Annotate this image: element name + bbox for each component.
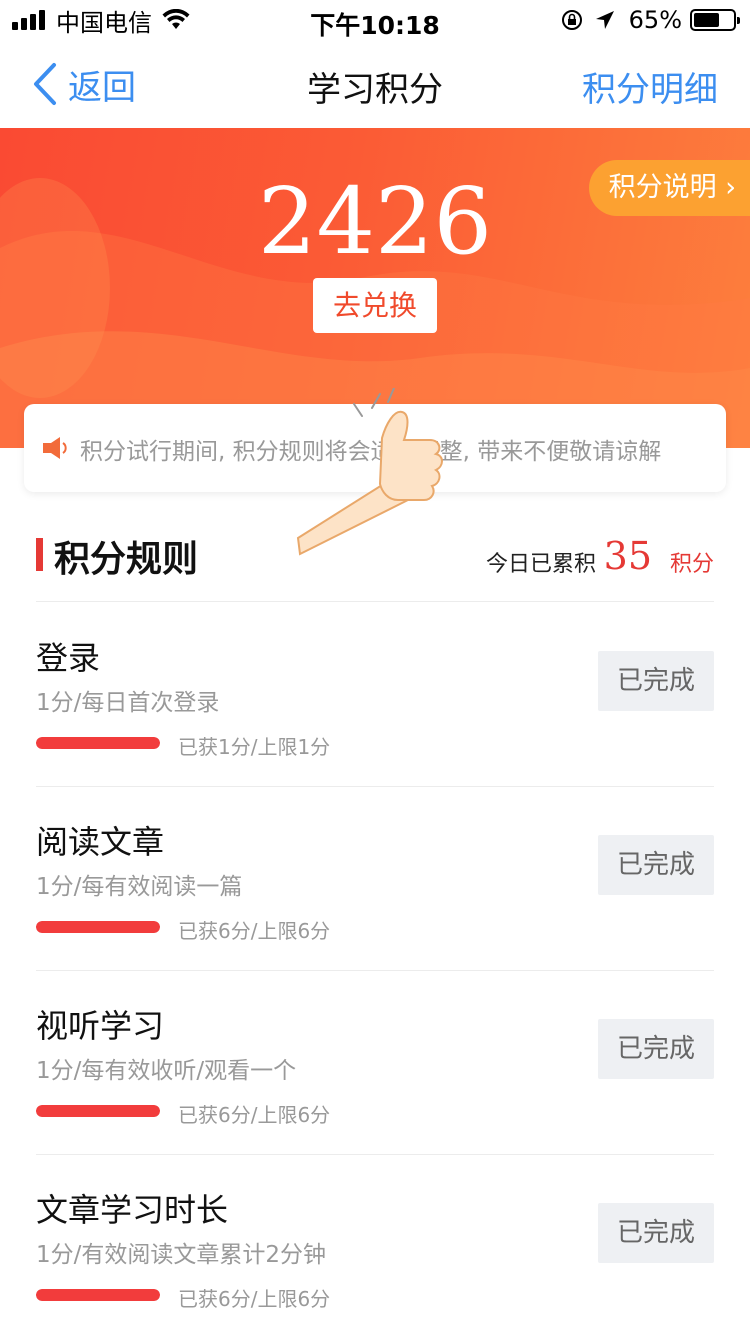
rule-item-reading: 阅读文章 1分/每有效阅读一篇 已获6分/上限6分 已完成 [36, 787, 714, 971]
rule-item-audiovisual: 视听学习 1分/每有效收听/观看一个 已获6分/上限6分 已完成 [36, 971, 714, 1155]
exchange-button[interactable]: 去兑换 [313, 278, 437, 333]
rules-title: 积分规则 [54, 539, 199, 580]
section-marker [36, 538, 43, 571]
rule-progress [36, 1289, 160, 1301]
nav-bar: 返回 学习积分 积分明细 [0, 40, 750, 128]
rule-status-button[interactable]: 已完成 [598, 835, 714, 895]
rule-count: 已获1分/上限1分 [178, 735, 331, 759]
rule-name: 文章学习时长 [36, 1191, 229, 1229]
rule-count: 已获6分/上限6分 [178, 1103, 331, 1127]
rule-status-button[interactable]: 已完成 [598, 1019, 714, 1079]
battery-icon [690, 9, 740, 31]
rule-progress [36, 1105, 160, 1117]
rule-name: 视听学习 [36, 1007, 165, 1045]
rule-status-button[interactable]: 已完成 [598, 651, 714, 711]
today-unit: 积分 [669, 552, 714, 577]
speaker-icon [43, 437, 67, 459]
points-explain-button[interactable]: 积分说明 › [588, 160, 750, 216]
today-label: 今日已累积 [485, 552, 596, 577]
rules-header: 积分规则 今日已累积 35 积分 [36, 530, 714, 602]
rule-desc: 1分/每有效阅读一篇 [36, 874, 243, 900]
rule-desc: 1分/每日首次登录 [36, 690, 220, 716]
points-detail-link[interactable]: 积分明细 [582, 62, 718, 111]
rotation-lock-icon [561, 10, 582, 30]
battery-percent: 65% [628, 6, 682, 34]
rule-count: 已获6分/上限6分 [178, 919, 331, 943]
rule-desc: 1分/有效阅读文章累计2分钟 [36, 1242, 327, 1268]
rule-item-login: 登录 1分/每日首次登录 已获1分/上限1分 已完成 [36, 603, 714, 787]
rule-progress [36, 737, 160, 749]
rule-status-button[interactable]: 已完成 [598, 1203, 714, 1263]
rule-name: 阅读文章 [36, 823, 165, 861]
rule-count: 已获6分/上限6分 [178, 1287, 331, 1311]
status-bar: 中国电信 下午10:18 65% [0, 0, 750, 40]
rule-item-reading-time: 文章学习时长 1分/有效阅读文章累计2分钟 已获6分/上限6分 已完成 [36, 1155, 714, 1334]
rule-desc: 1分/每有效收听/观看一个 [36, 1058, 297, 1084]
today-points: 35 [603, 534, 652, 578]
location-arrow-icon [595, 11, 614, 29]
rule-name: 登录 [36, 639, 101, 677]
status-right: 65% [561, 6, 740, 34]
rule-progress [36, 921, 160, 933]
